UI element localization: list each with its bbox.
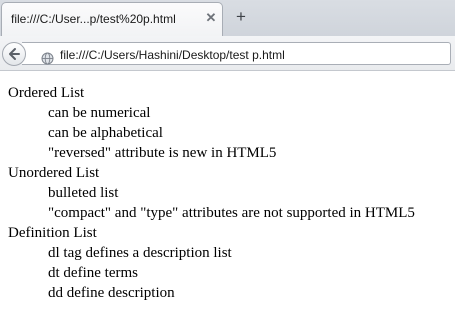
browser-tab[interactable]: file:///C:/User...p/test%20p.html ✕ bbox=[1, 2, 223, 36]
list-item: bulleted list bbox=[48, 185, 119, 201]
section-heading: Ordered List bbox=[8, 85, 85, 101]
close-tab-icon[interactable]: ✕ bbox=[204, 11, 218, 25]
tab-strip: file:///C:/User...p/test%20p.html ✕ + bbox=[0, 0, 455, 36]
globe-icon bbox=[41, 52, 54, 65]
address-bar[interactable]: file:///C:/Users/Hashini/Desktop/test p.… bbox=[22, 42, 451, 65]
unordered-list-section: Unordered List bulleted list "compact" a… bbox=[8, 163, 415, 223]
section-heading: Unordered List bbox=[8, 165, 100, 181]
page-content: Ordered List can be numerical can be alp… bbox=[8, 83, 415, 303]
address-text: file:///C:/Users/Hashini/Desktop/test p.… bbox=[60, 48, 285, 62]
new-tab-icon[interactable]: + bbox=[233, 8, 249, 25]
list-item: can be numerical bbox=[48, 105, 151, 121]
back-button[interactable] bbox=[2, 42, 26, 66]
tab-title: file:///C:/User...p/test%20p.html bbox=[11, 12, 176, 26]
list-item: "reversed" attribute is new in HTML5 bbox=[48, 145, 277, 161]
list-item: dl tag defines a description list bbox=[48, 245, 232, 261]
navigation-bar: file:///C:/Users/Hashini/Desktop/test p.… bbox=[0, 36, 455, 71]
list-item: "compact" and "type" attributes are not … bbox=[48, 205, 415, 221]
list-item: can be alphabetical bbox=[48, 125, 163, 141]
ordered-list-section: Ordered List can be numerical can be alp… bbox=[8, 83, 415, 163]
section-heading: Definition List bbox=[8, 225, 97, 241]
list-item: dt define terms bbox=[48, 265, 138, 281]
definition-list-section: Definition List dl tag defines a descrip… bbox=[8, 223, 415, 303]
list-item: dd define description bbox=[48, 285, 175, 301]
back-arrow-icon bbox=[9, 48, 20, 60]
